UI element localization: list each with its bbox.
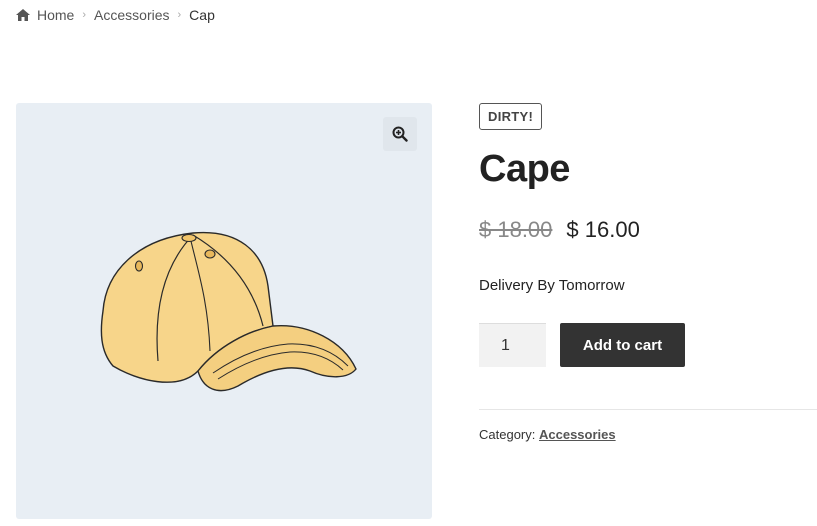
product-gallery[interactable] <box>16 103 432 519</box>
add-to-cart-form: Add to cart <box>479 323 817 367</box>
zoom-button[interactable] <box>383 117 417 151</box>
product-summary: DIRTY! Cape $ 18.00 $ 16.00 Delivery By … <box>479 103 817 442</box>
home-icon <box>16 9 30 21</box>
delivery-info: Delivery By Tomorrow <box>479 277 625 294</box>
breadcrumb: Home › Accessories › Cap <box>16 6 215 24</box>
quantity-input[interactable] <box>479 323 546 367</box>
breadcrumb-separator-icon: › <box>82 9 87 21</box>
add-to-cart-button[interactable]: Add to cart <box>560 323 685 367</box>
breadcrumb-accessories-link[interactable]: Accessories <box>94 7 169 23</box>
category-link[interactable]: Accessories <box>539 427 616 442</box>
breadcrumb-separator-icon: › <box>177 9 182 21</box>
product-meta: Category: Accessories <box>479 427 817 442</box>
divider <box>479 409 817 410</box>
zoom-in-icon <box>392 126 408 142</box>
product-badge: DIRTY! <box>479 103 543 130</box>
old-price: $ 18.00 <box>479 217 553 242</box>
product-title: Cape <box>479 148 570 190</box>
price: $ 18.00 $ 16.00 <box>479 217 817 243</box>
sale-price: $ 16.00 <box>566 217 640 242</box>
category-label: Category: <box>479 427 536 442</box>
product-image-cap <box>100 231 357 392</box>
breadcrumb-home-link[interactable]: Home <box>37 7 74 23</box>
breadcrumb-current: Cap <box>189 7 215 23</box>
